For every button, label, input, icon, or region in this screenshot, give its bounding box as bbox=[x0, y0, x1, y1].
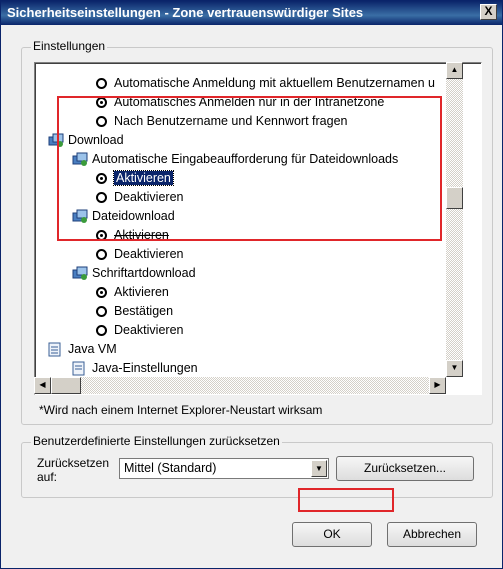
security-settings-dialog: Sicherheitseinstellungen - Zone vertraue… bbox=[0, 0, 503, 569]
tree-item-label: Deaktivieren bbox=[114, 247, 184, 261]
radio-icon[interactable] bbox=[96, 325, 107, 336]
tree-item[interactable]: Aktivieren bbox=[96, 283, 169, 302]
tree-item-label: Java-Einstellungen bbox=[92, 361, 198, 375]
reset-level-value: Mittel (Standard) bbox=[124, 461, 217, 475]
settings-group-legend: Einstellungen bbox=[31, 39, 108, 53]
scroll-right-button[interactable]: ▶ bbox=[429, 377, 446, 394]
title-bar[interactable]: Sicherheitseinstellungen - Zone vertraue… bbox=[1, 1, 502, 25]
reset-to-label: Zurücksetzen auf: bbox=[37, 456, 110, 484]
scroll-down-button[interactable]: ▼ bbox=[446, 360, 463, 377]
highlight-annotation bbox=[298, 488, 394, 512]
restart-footnote: *Wird nach einem Internet Explorer-Neust… bbox=[39, 403, 323, 417]
reset-level-select[interactable]: Mittel (Standard) ▼ bbox=[119, 458, 329, 479]
vertical-scrollbar-thumb[interactable] bbox=[446, 187, 463, 209]
tree-item-label: Java VM bbox=[68, 342, 117, 356]
cancel-button[interactable]: Abbrechen bbox=[387, 522, 477, 547]
document-icon bbox=[72, 361, 85, 376]
vertical-scrollbar-track[interactable] bbox=[446, 79, 463, 360]
radio-icon[interactable] bbox=[96, 306, 107, 317]
scroll-up-button[interactable]: ▲ bbox=[446, 62, 463, 79]
horizontal-scrollbar-thumb[interactable] bbox=[51, 377, 81, 394]
tree-item-label: Deaktivieren bbox=[114, 323, 184, 337]
tree-item[interactable]: Deaktivieren bbox=[96, 321, 183, 340]
horizontal-scrollbar-track[interactable] bbox=[51, 377, 429, 394]
tree-item[interactable]: Automatische Anmeldung mit aktuellem Ben… bbox=[96, 74, 435, 93]
tree-item-label: Aktivieren bbox=[114, 285, 169, 299]
reset-button[interactable]: Zurücksetzen... bbox=[336, 456, 474, 481]
close-button[interactable]: X bbox=[480, 4, 497, 20]
scroll-left-button[interactable]: ◀ bbox=[34, 377, 51, 394]
tree-item[interactable]: Java-Einstellungen bbox=[72, 359, 198, 378]
highlight-annotation bbox=[57, 96, 442, 241]
tree-item-label: Bestätigen bbox=[114, 304, 174, 318]
tree-item-label: Schriftartdownload bbox=[92, 266, 196, 280]
ok-button[interactable]: OK bbox=[292, 522, 372, 547]
radio-icon[interactable] bbox=[96, 249, 107, 260]
reset-group-legend: Benutzerdefinierte Einstellungen zurücks… bbox=[31, 434, 282, 448]
radio-icon[interactable] bbox=[96, 78, 107, 89]
tree-item[interactable]: Bestätigen bbox=[96, 302, 173, 321]
window-title: Sicherheitseinstellungen - Zone vertraue… bbox=[7, 5, 364, 20]
dropdown-arrow-icon[interactable]: ▼ bbox=[311, 460, 327, 477]
settings-folder-icon bbox=[72, 266, 88, 280]
radio-selected-icon[interactable] bbox=[96, 287, 107, 298]
tree-item[interactable]: Schriftartdownload bbox=[72, 264, 196, 283]
tree-item[interactable]: Deaktivieren bbox=[96, 245, 183, 264]
tree-item[interactable]: Java VM bbox=[48, 340, 117, 359]
tree-item-label: Automatische Anmeldung mit aktuellem Ben… bbox=[114, 76, 436, 90]
document-icon bbox=[48, 342, 61, 357]
